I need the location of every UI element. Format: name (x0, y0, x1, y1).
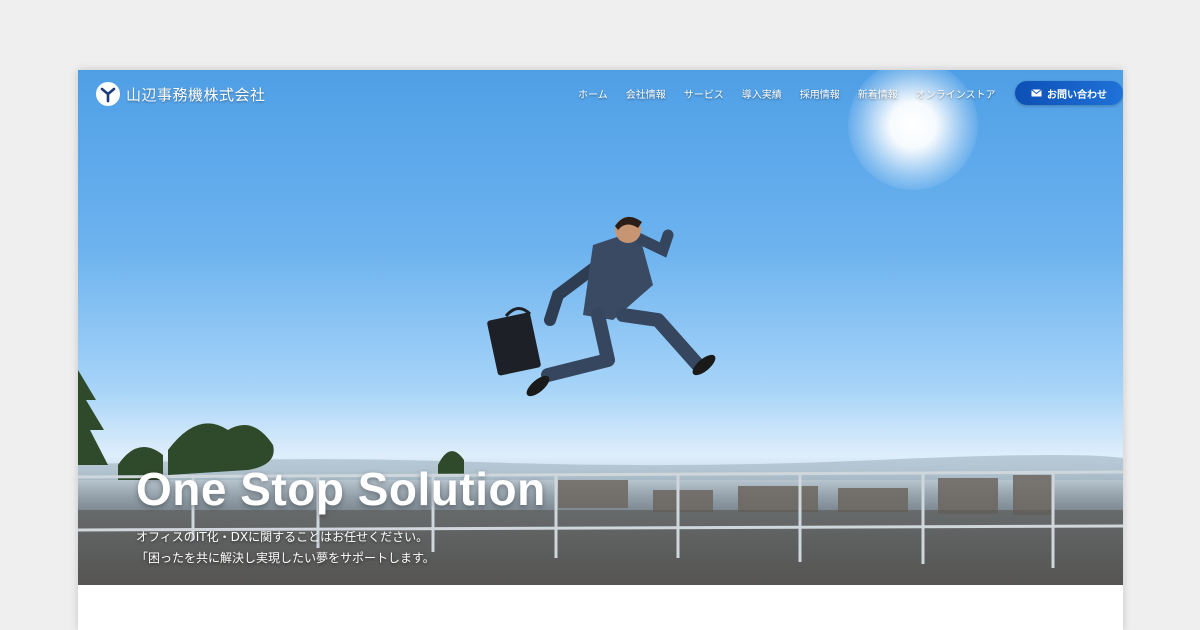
nav-company[interactable]: 会社情報 (626, 86, 666, 101)
nav-case-studies[interactable]: 導入実績 (742, 86, 782, 101)
nav-online-store[interactable]: オンラインストア (916, 86, 996, 101)
site-logo[interactable]: 山辺事務機株式会社 (96, 82, 266, 106)
company-name: 山辺事務機株式会社 (126, 85, 266, 104)
nav-home[interactable]: ホーム (578, 86, 608, 101)
hero-subtitle-line-2: 「困ったを共に解決し実現したい夢をサポートします。 (136, 551, 435, 565)
contact-button[interactable]: お問い合わせ (1015, 81, 1123, 105)
main-nav: ホーム 会社情報 サービス 導入実績 採用情報 新着情報 オンラインストア (578, 86, 996, 101)
buildings (558, 475, 1053, 515)
contact-button-label: お問い合わせ (1047, 89, 1107, 101)
nav-services[interactable]: サービス (684, 86, 724, 101)
company-logo-icon (96, 82, 120, 106)
mail-icon (1031, 89, 1042, 97)
businessman-figure (487, 216, 716, 397)
nav-news[interactable]: 新着情報 (858, 86, 898, 101)
hero-section: 山辺事務機株式会社 ホーム 会社情報 サービス 導入実績 採用情報 新着情報 オ… (78, 70, 1123, 585)
hero-subtitle-line-1: オフィスのIT化・DXに関することはお任せください。 (136, 530, 429, 544)
nav-recruit[interactable]: 採用情報 (800, 86, 840, 101)
page-frame: 山辺事務機株式会社 ホーム 会社情報 サービス 導入実績 採用情報 新着情報 オ… (78, 70, 1123, 630)
hero-title: One Stop Solution (136, 463, 546, 515)
